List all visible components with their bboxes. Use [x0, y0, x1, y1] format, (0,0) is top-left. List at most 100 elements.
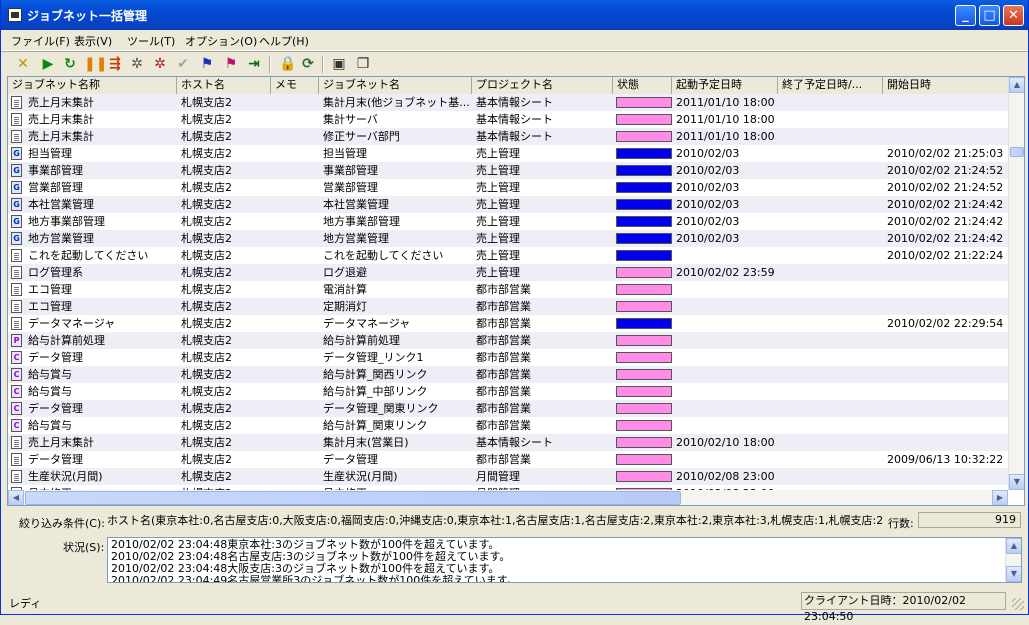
maximize-button[interactable]: □ [979, 5, 1000, 26]
horizontal-scroll-thumb[interactable] [25, 491, 681, 505]
reload-icon[interactable]: ⟳ [300, 56, 316, 72]
group-jobnet-icon: G [11, 198, 22, 211]
table-row[interactable]: 売上月末集計 札幌支店2 集計月末(他ジョブネット基... 基本情報シート 2011/0… [8, 94, 1008, 111]
table-row[interactable]: ログ管理系 札幌支店2 ログ退避 売上管理 2010/02/02 23:59 [8, 264, 1008, 281]
table-row[interactable]: G 事業部管理 札幌支店2 事業部管理 売上管理 2010/02/03 2010/02/02… [8, 162, 1008, 179]
col-header-status[interactable]: 状態 [613, 77, 672, 94]
cell-start-scheduled [676, 451, 777, 468]
cell-jobnet-name: 担当管理 [323, 147, 367, 160]
table-row[interactable]: データマネージャ 札幌支店2 データマネージャ 都市部営業 2010/02/02 22:… [8, 315, 1008, 332]
cell-start-scheduled [676, 332, 777, 349]
table-row[interactable]: 売上月末集計 札幌支店2 集計サーバ 基本情報シート 2011/01/10 18:00 [8, 111, 1008, 128]
scroll-left-button[interactable]: ◀ [8, 490, 24, 505]
minimize-button[interactable]: _ [955, 5, 976, 26]
resize-grip-icon[interactable] [1012, 598, 1024, 610]
cell-jobnet-name: 定期消灯 [323, 300, 367, 313]
cell-jobnet-label: 売上月末集計 [28, 96, 94, 109]
col-header-start-scheduled[interactable]: 起動予定日時 [672, 77, 778, 94]
status-log-box[interactable]: 2010/02/02 23:04:48東京本社:3のジョブネット数が100件を超… [107, 537, 1022, 583]
table-row[interactable]: エコ管理 札幌支店2 定期消灯 都市部営業 [8, 298, 1008, 315]
col-header-jobnet-name[interactable]: ジョブネット名 [319, 77, 472, 94]
log-scroll-down-button[interactable]: ▼ [1006, 566, 1021, 582]
table-row[interactable]: 売上月末集計 札幌支店2 集計月末(営業日) 基本情報シート 2010/02/10 18… [8, 434, 1008, 451]
cell-start-scheduled: 2010/02/03 [676, 147, 740, 160]
hold-icon[interactable]: ✲ [129, 56, 145, 72]
table-row[interactable]: C データ管理 札幌支店2 データ管理_リンク1 都市部営業 [8, 349, 1008, 366]
cell-jobnet-name: 本社営業管理 [323, 198, 389, 211]
cell-end-scheduled [782, 383, 882, 400]
menu-tools[interactable]: ツール(T) [127, 33, 175, 49]
title-bar[interactable]: ジョブネット一括管理 _ □ ✕ [1, 0, 1028, 30]
table-row[interactable]: G 担当管理 札幌支店2 担当管理 売上管理 2010/02/03 2010/02/02 2… [8, 145, 1008, 162]
stop-flag-icon[interactable]: ⚑ [223, 56, 239, 72]
table-row[interactable]: C データ管理 札幌支店2 データ管理_関東リンク 都市部営業 [8, 400, 1008, 417]
menu-options[interactable]: オプション(O) [185, 33, 257, 49]
cell-memo [275, 264, 319, 281]
cell-memo [275, 400, 319, 417]
copy-icon[interactable]: ❐ [355, 56, 371, 72]
cell-host: 札幌支店2 [181, 198, 232, 211]
cell-jobnet-label: 売上月末集計 [28, 113, 94, 126]
row-count-label: 行数: [888, 517, 914, 530]
col-header-jobnet-label[interactable]: ジョブネット名称 [8, 77, 177, 94]
table-row[interactable]: P 給与計算前処理 札幌支店2 給与計算前処理 都市部営業 [8, 332, 1008, 349]
cell-host: 札幌支店2 [181, 436, 232, 449]
col-header-end-scheduled[interactable]: 終了予定日時/... [778, 77, 883, 94]
flag-blue-icon[interactable]: ⚑ [199, 56, 215, 72]
log-scrollbar[interactable]: ▲ ▼ [1005, 538, 1021, 582]
table-row[interactable]: C 給与賞与 札幌支店2 給与計算_関東リンク 都市部営業 [8, 417, 1008, 434]
col-header-memo[interactable]: メモ [271, 77, 319, 94]
scroll-right-button[interactable]: ▶ [992, 490, 1008, 505]
cell-end-scheduled [782, 417, 882, 434]
scroll-up-button[interactable]: ▲ [1009, 77, 1024, 93]
table-row[interactable]: G 地方営業管理 札幌支店2 地方営業管理 売上管理 2010/02/03 2010/02/… [8, 230, 1008, 247]
table-row[interactable]: エコ管理 札幌支店2 電消計算 都市部営業 [8, 281, 1008, 298]
filter-conditions-field[interactable]: ホスト名(東京本社:0,名古屋支店:0,大阪支店:0,福岡支店:0,沖縄支店:0… [107, 512, 915, 529]
table-row[interactable]: 売上月末集計 札幌支店2 修正サーバ部門 基本情報シート 2011/01/10 18:0… [8, 128, 1008, 145]
cell-started [887, 128, 1007, 145]
table-row[interactable]: G 地方事業部管理 札幌支店2 地方事業部管理 売上管理 2010/02/03 2010/0… [8, 213, 1008, 230]
col-header-host[interactable]: ホスト名 [177, 77, 271, 94]
status-indicator [616, 233, 672, 244]
close-button[interactable]: ✕ [1003, 5, 1024, 26]
cell-jobnet-name: 生産状況(月間) [323, 470, 398, 483]
vertical-scroll-thumb[interactable] [1010, 147, 1024, 157]
refresh-icon[interactable]: ↻ [62, 56, 78, 72]
cell-jobnet-label: データマネージャ [28, 317, 116, 330]
scroll-down-button[interactable]: ▼ [1009, 474, 1024, 490]
table-row[interactable]: C 給与賞与 札幌支店2 給与計算_関西リンク 都市部営業 [8, 366, 1008, 383]
table-row[interactable]: 生産状況(月間) 札幌支店2 生産状況(月間) 月間管理 2010/02/08 23:0… [8, 468, 1008, 485]
cell-start-scheduled [676, 247, 777, 264]
export-icon[interactable]: ⇥ [246, 56, 262, 72]
col-header-started[interactable]: 開始日時 [883, 77, 1008, 94]
table-row[interactable]: C 給与賞与 札幌支店2 給与計算_中部リンク 都市部営業 [8, 383, 1008, 400]
release-icon[interactable]: ✲ [152, 56, 168, 72]
pause-icon[interactable]: ❚❚ [84, 56, 107, 72]
menu-file[interactable]: ファイル(F) [11, 33, 70, 49]
run-icon[interactable]: ▶ [40, 56, 56, 72]
cell-started: 2010/02/02 21:24:42 [887, 215, 1004, 228]
check-icon[interactable]: ✔ [175, 56, 191, 72]
monitor-icon[interactable]: ▣ [331, 56, 347, 72]
horizontal-scrollbar[interactable]: ◀ ▶ [8, 490, 1008, 505]
lock-icon[interactable]: 🔒 [279, 56, 296, 72]
vertical-scrollbar[interactable]: ▲ ▼ [1008, 77, 1024, 490]
cell-end-scheduled [782, 213, 882, 230]
status-indicator [616, 97, 672, 108]
table-row[interactable]: G 営業部管理 札幌支店2 営業部管理 売上管理 2010/02/03 2010/02/02… [8, 179, 1008, 196]
table-row[interactable]: G 本社営業管理 札幌支店2 本社営業管理 売上管理 2010/02/03 2010/02/… [8, 196, 1008, 213]
col-header-project[interactable]: プロジェクト名 [472, 77, 613, 94]
menu-help[interactable]: ヘルプ(H) [259, 33, 309, 49]
skip-icon[interactable]: ⇶ [107, 56, 123, 72]
table-row[interactable]: これを起動してください 札幌支店2 これを起動してください 売上管理 2010/02/0… [8, 247, 1008, 264]
cell-project: 都市部営業 [476, 419, 531, 432]
app-icon[interactable] [8, 8, 22, 22]
menu-view[interactable]: 表示(V) [74, 33, 112, 49]
cell-start-scheduled: 2011/01/10 18:00 [676, 113, 775, 126]
jobnet-grid[interactable]: ジョブネット名称 ホスト名 メモ ジョブネット名 プロジェクト名 状態 起動予定… [7, 76, 1025, 506]
cell-end-scheduled [782, 315, 882, 332]
table-row[interactable]: データ管理 札幌支店2 データ管理 都市部営業 2009/06/13 10:32:22 [8, 451, 1008, 468]
log-scroll-up-button[interactable]: ▲ [1006, 538, 1021, 554]
cell-host: 札幌支店2 [181, 351, 232, 364]
cancel-icon[interactable]: ✕ [15, 56, 31, 72]
